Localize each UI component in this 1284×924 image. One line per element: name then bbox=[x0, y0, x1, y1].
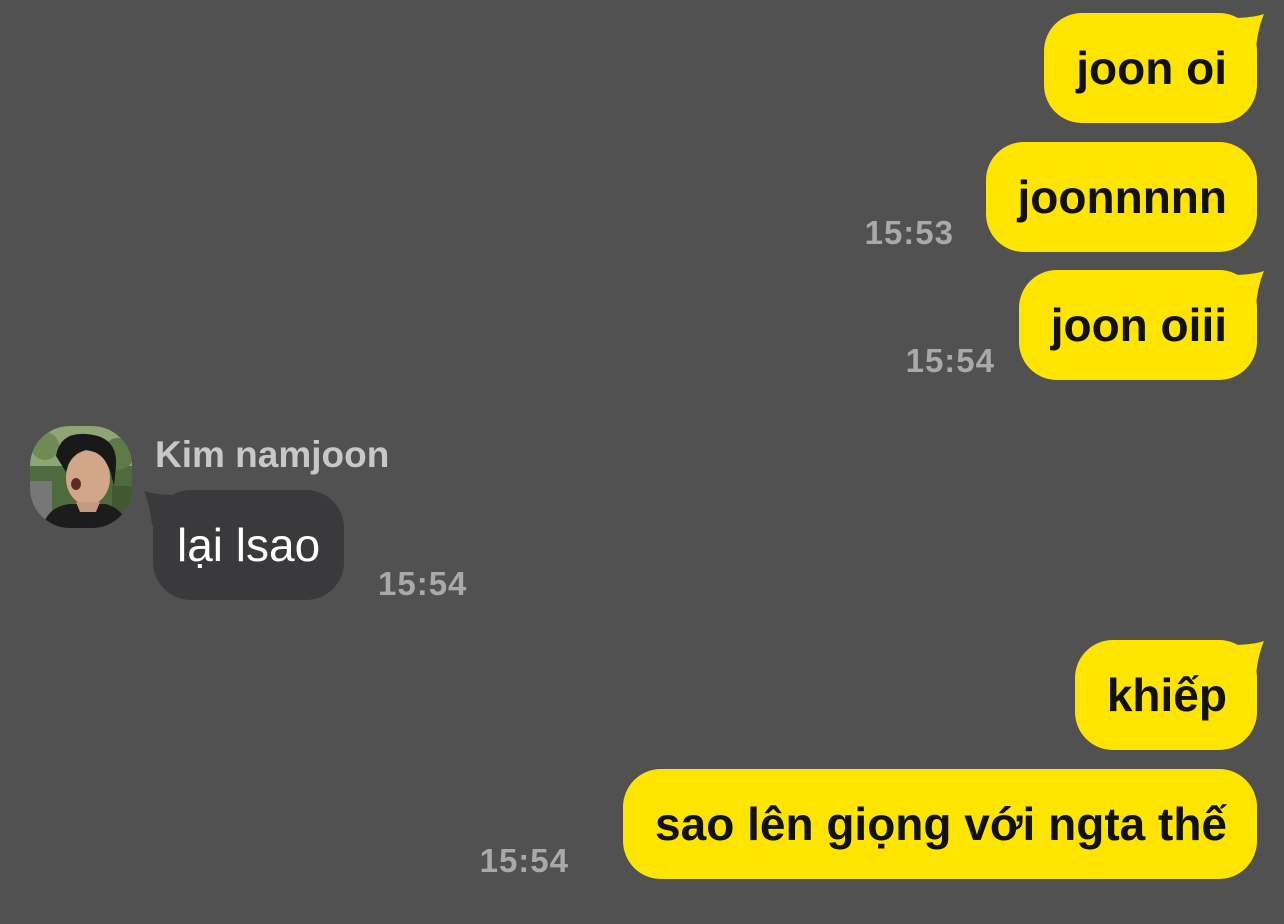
avatar[interactable] bbox=[30, 426, 132, 528]
message-bubble-sent[interactable]: joon oi bbox=[1044, 13, 1257, 123]
bubble-tail-icon bbox=[144, 491, 178, 525]
message-timestamp: 15:54 bbox=[378, 565, 468, 602]
message-timestamp: 15:54 bbox=[479, 842, 569, 879]
sender-name: Kim namjoon bbox=[155, 434, 390, 475]
message-timestamp: 15:53 bbox=[864, 214, 954, 251]
message-text: joon oi bbox=[1076, 42, 1227, 94]
message-text: khiếp bbox=[1106, 669, 1227, 721]
bubble-tail-icon bbox=[1230, 271, 1264, 305]
message-text: lại lsao bbox=[177, 519, 321, 571]
bubble-tail-icon bbox=[1230, 641, 1264, 675]
bubble-tail-icon bbox=[1230, 14, 1264, 48]
message-bubble-received[interactable]: lại lsao bbox=[153, 490, 345, 600]
message-bubble-sent[interactable]: joonnnnn bbox=[985, 142, 1257, 252]
message-text: sao lên giọng với ngta thế bbox=[655, 798, 1227, 850]
message-bubble-sent[interactable]: joon oiii bbox=[1018, 270, 1257, 380]
message-text: joon oiii bbox=[1050, 299, 1227, 351]
message-text: joonnnnn bbox=[1017, 171, 1227, 223]
message-bubble-sent[interactable]: sao lên giọng với ngta thế bbox=[623, 769, 1257, 879]
profile-photo-icon bbox=[30, 426, 132, 528]
message-timestamp: 15:54 bbox=[905, 342, 995, 379]
